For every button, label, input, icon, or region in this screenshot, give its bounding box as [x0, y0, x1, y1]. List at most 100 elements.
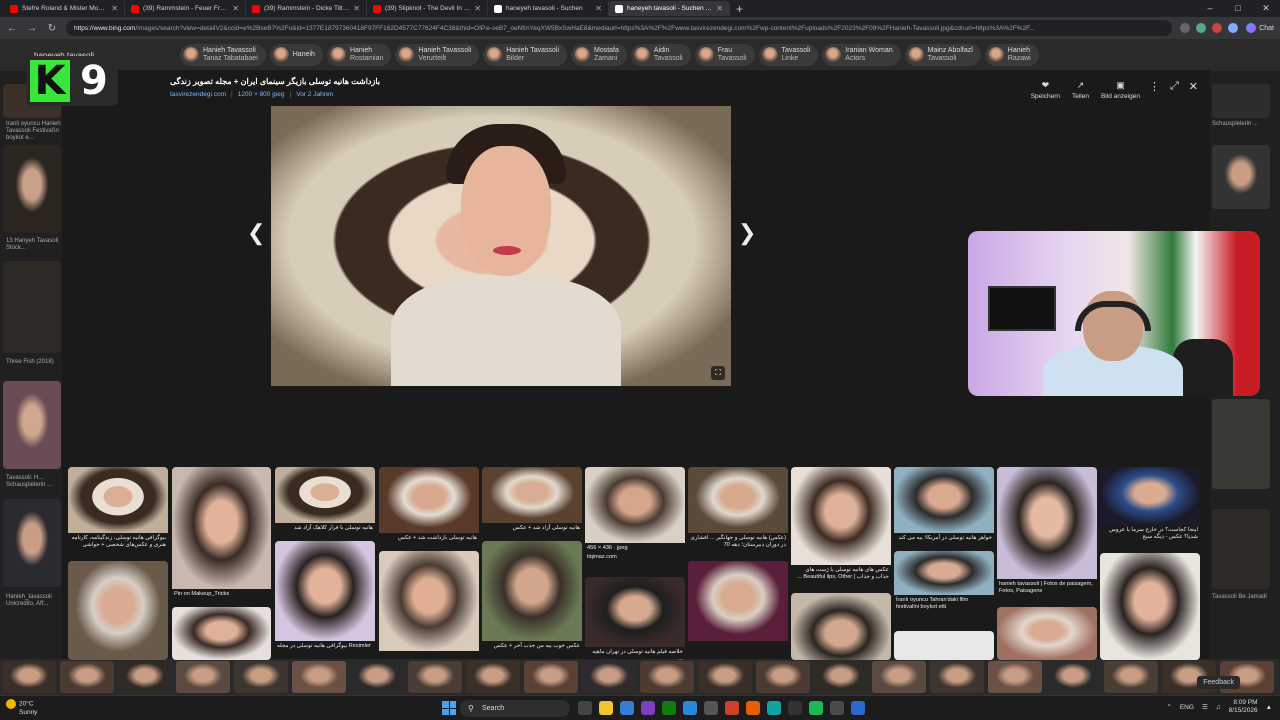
more-result-thumbnail[interactable]	[1046, 661, 1100, 693]
related-search-chip[interactable]: Mostafa Zamani	[571, 44, 627, 66]
related-search-chip[interactable]: Tavassoli Linke	[758, 44, 819, 66]
grid-image[interactable]	[172, 607, 271, 660]
feedback-button[interactable]: Feedback	[1197, 676, 1240, 689]
weather-widget[interactable]: 20°C Sunny	[6, 699, 37, 717]
tab-close-icon[interactable]: ✕	[716, 4, 723, 13]
clock[interactable]: 8:09 PM 8/15/2026	[1229, 699, 1258, 715]
related-search-chip[interactable]: Frau Tavassoli	[694, 44, 755, 66]
image-title[interactable]: بازداشت هانیه توسلی بازیگر سینمای ایران …	[170, 77, 380, 86]
extension-icon[interactable]	[1212, 23, 1223, 33]
store-icon[interactable]	[620, 701, 634, 715]
grid-image[interactable]	[894, 631, 994, 660]
edge-icon[interactable]	[767, 701, 781, 715]
related-search-chip[interactable]: Haneih	[269, 44, 323, 66]
result-thumbnail[interactable]	[1212, 145, 1270, 209]
grid-image[interactable]: بیوگرافی هانیه توسلی در مجله Resimler	[275, 541, 375, 660]
browser-tab[interactable]: (39) Slipknot - The Devil In I [OFFI ✕	[367, 1, 488, 16]
result-caption[interactable]: 13 Hanyeh Tavasoli Stock...	[6, 238, 66, 252]
reload-icon[interactable]: ↻	[46, 23, 58, 34]
profile-icon[interactable]	[1228, 23, 1239, 33]
grid-image[interactable]: İranlı oyuncu Tahran'daki film festivali…	[894, 551, 994, 615]
more-result-thumbnail[interactable]	[466, 661, 520, 693]
grid-image[interactable]: 456 × 436 · jpeg tiqimaz.com	[585, 467, 685, 572]
task-view-icon[interactable]	[578, 701, 592, 715]
result-thumbnail[interactable]	[1212, 399, 1270, 489]
app-icon[interactable]	[788, 701, 802, 715]
related-search-chip[interactable]: Aidin Tavassoli	[630, 44, 691, 66]
browser-tab[interactable]: haneyeh tavasoli - Suchen Bilder✕	[609, 1, 730, 16]
result-thumbnail[interactable]	[3, 499, 61, 587]
grid-image[interactable]: اینجا کجاست؟ در خارج سرما یا عروس شدیا؟ …	[1100, 467, 1200, 547]
grid-image[interactable]: هانیه توسلی آزاد شد + عکس	[482, 467, 582, 537]
more-result-thumbnail[interactable]	[756, 661, 810, 693]
image-age[interactable]: Vor 2 Jahren	[296, 91, 333, 98]
tab-close-icon[interactable]: ✕	[474, 4, 481, 13]
more-result-thumbnail[interactable]	[2, 661, 56, 693]
more-options-icon[interactable]: ⋮	[1149, 80, 1160, 93]
result-caption[interactable]: Hanieh_tavassoli Unicredito, Aff...	[6, 594, 66, 608]
app-icon[interactable]	[641, 701, 655, 715]
related-search-chip[interactable]: Hanieh Tavassoli Verurteilt	[395, 44, 480, 66]
result-caption[interactable]: Schauspielerin ...	[1212, 121, 1272, 128]
firefox-icon[interactable]	[746, 701, 760, 715]
browser-tab[interactable]: haneyeh tavasoli - Suchen ✕	[488, 1, 609, 16]
app-icon[interactable]	[683, 701, 697, 715]
more-result-thumbnail[interactable]	[582, 661, 636, 693]
result-caption[interactable]: Iranli oyuncu Hanieh Tavassoli Festival'…	[6, 121, 66, 142]
more-result-thumbnail[interactable]	[118, 661, 172, 693]
back-icon[interactable]: ←	[6, 23, 18, 34]
tab-close-icon[interactable]: ✕	[232, 4, 239, 13]
more-result-thumbnail[interactable]	[640, 661, 694, 693]
tab-close-icon[interactable]: ✕	[111, 4, 118, 13]
more-result-thumbnail[interactable]	[350, 661, 404, 693]
grid-image[interactable]	[379, 551, 479, 660]
more-result-thumbnail[interactable]	[1104, 661, 1158, 693]
result-thumbnail[interactable]	[3, 261, 61, 353]
main-image[interactable]: ⛶	[271, 106, 731, 386]
spotify-icon[interactable]	[809, 701, 823, 715]
grid-image[interactable]: (عکس) هانیه توسلی و جهانگیر ... افشاری د…	[688, 467, 788, 557]
grid-image[interactable]: خلاصه فیلم هانیه توسلی در تهران ماهیه ..…	[585, 577, 685, 660]
xbox-icon[interactable]	[662, 701, 676, 715]
more-result-thumbnail[interactable]	[176, 661, 230, 693]
grid-image[interactable]: hanieh tavassoli | Fotos de paisagem, Fo…	[997, 467, 1097, 603]
related-search-chip[interactable]: Iranian Woman Actors	[822, 44, 901, 66]
extension-icon[interactable]	[1196, 23, 1207, 33]
app-icon[interactable]	[851, 701, 865, 715]
language-indicator[interactable]: ENG	[1180, 704, 1194, 711]
app-icon[interactable]	[830, 701, 844, 715]
wifi-icon[interactable]: ☰	[1202, 703, 1208, 711]
related-search-chip[interactable]: Hanieh Tavassoli Bilder	[483, 44, 567, 66]
grid-image[interactable]	[997, 607, 1097, 660]
result-caption[interactable]: Tavassoli Be Jamadi	[1212, 594, 1272, 601]
notification-icon[interactable]: ▲	[1266, 704, 1272, 711]
chat-button[interactable]: Chat	[1246, 23, 1274, 33]
tab-close-icon[interactable]: ✕	[595, 4, 602, 13]
next-image-arrow-icon[interactable]: ❯	[738, 220, 756, 246]
taskbar-search[interactable]: ⚲ Search	[460, 700, 570, 717]
result-thumbnail[interactable]	[1212, 509, 1270, 589]
close-window-icon[interactable]: ✕	[1252, 0, 1280, 17]
grid-image[interactable]	[791, 593, 891, 660]
more-result-thumbnail[interactable]	[408, 661, 462, 693]
more-result-thumbnail[interactable]	[524, 661, 578, 693]
related-search-chip[interactable]: Hanieh Tavassoli Tanaz Tabatabaei	[180, 44, 266, 66]
more-result-thumbnail[interactable]	[930, 661, 984, 693]
more-result-thumbnail[interactable]	[234, 661, 288, 693]
more-result-thumbnail[interactable]	[292, 661, 346, 693]
browser-tab[interactable]: (39) Rammstein - Dicke Titten (Off✕	[246, 1, 367, 16]
address-bar[interactable]: https://www.bing.com/images/search?view=…	[66, 20, 1173, 36]
more-result-thumbnail[interactable]	[872, 661, 926, 693]
related-search-chip[interactable]: Hanieh Rostamian	[326, 44, 392, 66]
grid-image[interactable]: هانیه توسلی بازداشت شد + عکس	[379, 467, 479, 547]
forward-icon[interactable]: →	[26, 23, 38, 34]
more-result-thumbnail[interactable]	[60, 661, 114, 693]
chevron-up-icon[interactable]: ⌃	[1166, 703, 1171, 711]
share-button[interactable]: ↗ Teilen	[1072, 80, 1089, 100]
grid-image[interactable]: خواهر هانیه توسلی در آمریکا؛ بیه می کند	[894, 467, 994, 547]
result-caption[interactable]: Three Fish (2018)	[6, 359, 66, 366]
app-icon[interactable]	[704, 701, 718, 715]
grid-image[interactable]: هانیه توسلی با فرار کلاهک آزاد شد	[275, 467, 375, 537]
browser-tab[interactable]: (39) Rammstein - Feuer Frei! (Offi ✕	[125, 1, 246, 16]
fullscreen-icon[interactable]: ⤢	[1170, 80, 1179, 93]
